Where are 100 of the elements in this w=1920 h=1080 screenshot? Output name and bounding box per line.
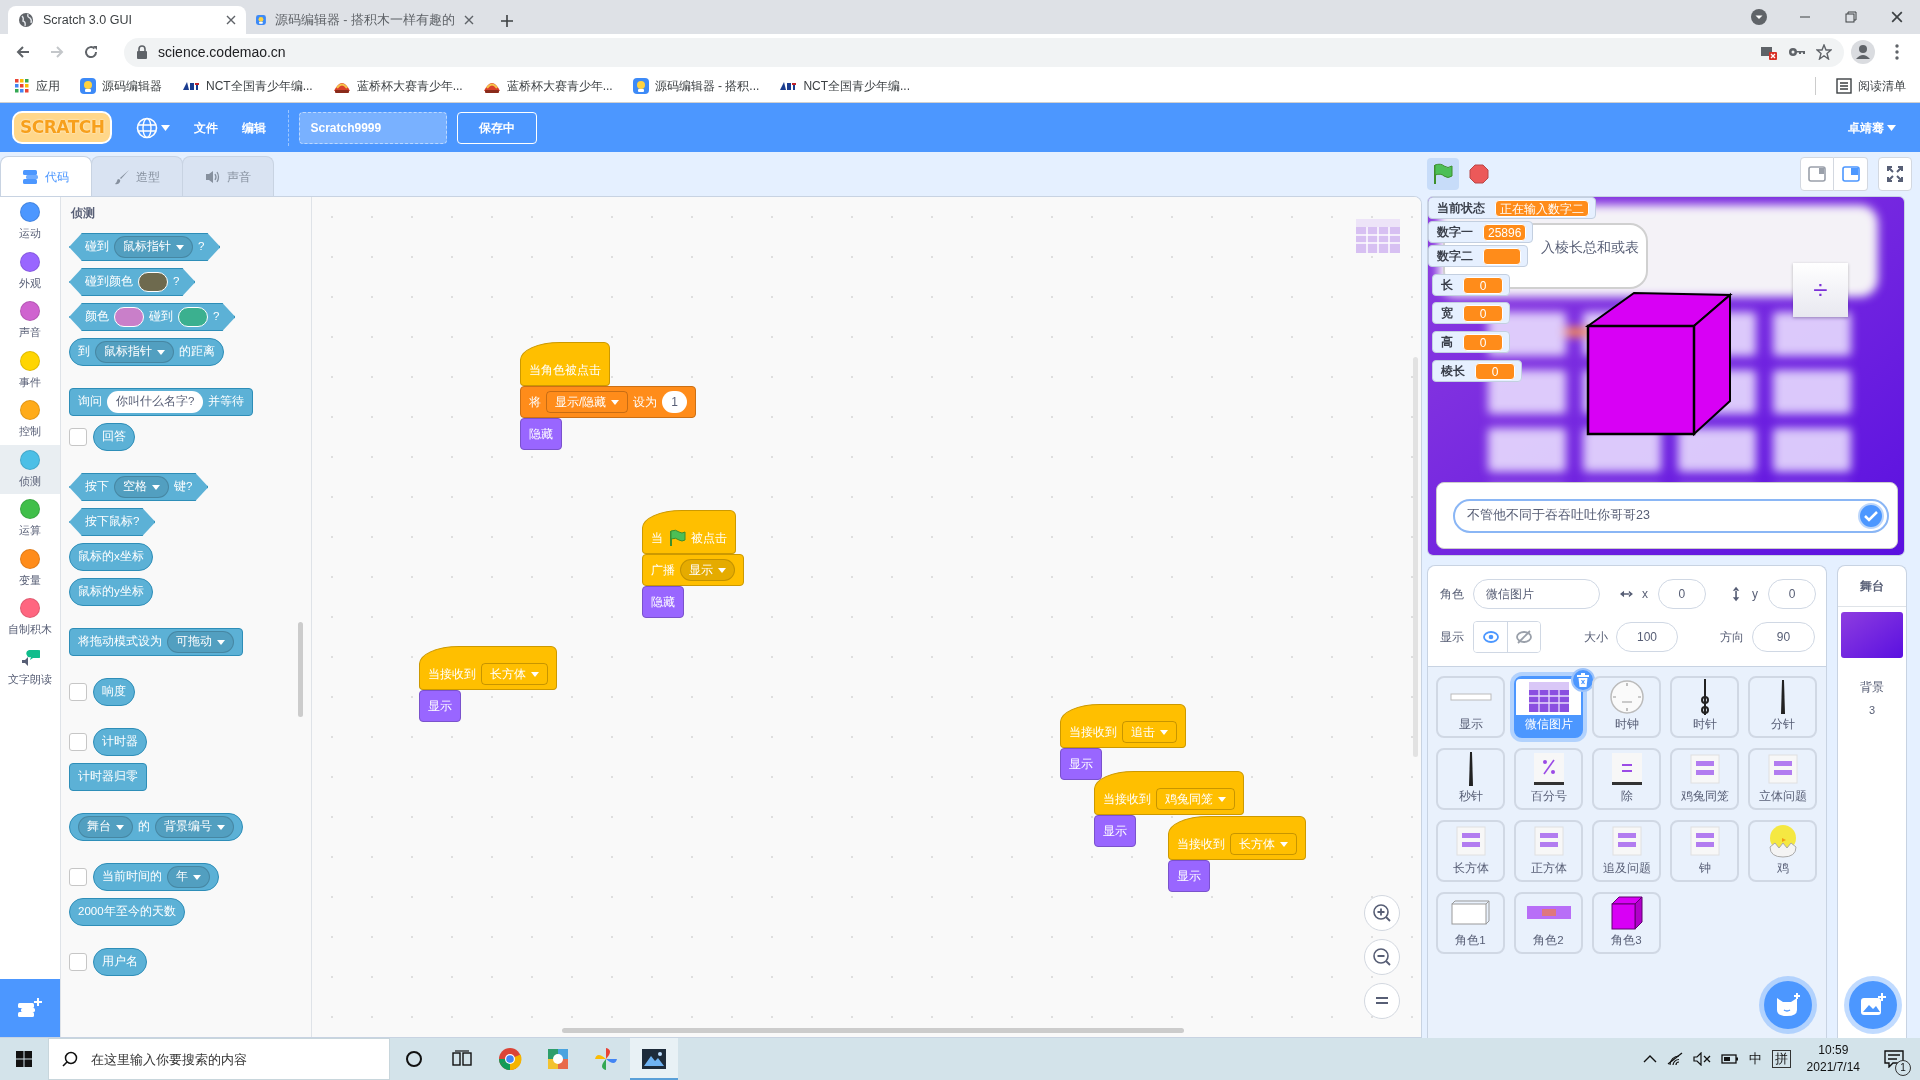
bookmark[interactable]: NCT全国青少年编... [182, 77, 313, 95]
bookmark[interactable]: 蓝桥杯大赛青少年... [482, 77, 613, 95]
checkbox[interactable] [69, 428, 87, 446]
editor-tab[interactable]: 声音 [182, 156, 274, 196]
bookmark[interactable]: 蓝桥杯大赛青少年... [332, 77, 463, 95]
code-block[interactable]: 显示 [1094, 815, 1136, 847]
code-block[interactable]: 按下鼠标? [69, 508, 156, 536]
code-block[interactable]: 计时器归零 [69, 763, 147, 791]
bookmark[interactable]: 应用 [14, 77, 60, 95]
size-field[interactable]: 100 [1616, 622, 1678, 652]
text-input[interactable]: 你叫什么名字? [107, 391, 204, 413]
taskbar-app[interactable] [630, 1038, 678, 1080]
muted-speaker-icon[interactable] [1692, 1052, 1711, 1066]
sprite-tile[interactable]: 角色1 [1436, 892, 1505, 954]
sprite-tile[interactable]: 显示 [1436, 676, 1505, 738]
dropdown[interactable]: 可拖动 [167, 631, 234, 653]
x-field[interactable]: 0 [1657, 579, 1706, 609]
code-block[interactable]: 隐藏 [642, 586, 684, 618]
backdrop-thumbnail-icon[interactable] [1841, 612, 1903, 658]
code-block[interactable]: 2000年至今的天数 [69, 898, 185, 926]
add-sprite-button[interactable] [1764, 981, 1812, 1029]
scrollbar[interactable] [1413, 357, 1418, 757]
category-item[interactable]: 外观 [0, 246, 60, 296]
editor-tab[interactable]: 造型 [91, 156, 183, 196]
bookmark[interactable]: 源码编辑器 [80, 77, 162, 95]
sprite-tile[interactable]: 秒针 [1436, 748, 1505, 810]
code-block[interactable]: 鼠标的x坐标 [69, 543, 153, 571]
code-block[interactable]: 响度 [93, 678, 135, 706]
direction-field[interactable]: 90 [1752, 622, 1815, 652]
checkbox[interactable] [69, 683, 87, 701]
sprite-tile[interactable]: 百分号 [1514, 748, 1583, 810]
color-swatch[interactable] [178, 307, 208, 327]
browser-tab[interactable]: Scratch 3.0 GUI [8, 6, 246, 34]
code-block[interactable]: 回答 [93, 423, 135, 451]
dropdown[interactable]: 鼠标指针 [114, 236, 193, 258]
category-item[interactable]: 侦测 [0, 444, 60, 494]
code-block[interactable]: 将 显示/隐藏 设为 1 [520, 386, 697, 418]
dropdown[interactable]: 空格 [114, 476, 169, 498]
code-block[interactable]: 鼠标的y坐标 [69, 578, 153, 606]
sprite-tile[interactable]: 追及问题 [1592, 820, 1661, 882]
sprite-tile[interactable]: 角色2 [1514, 892, 1583, 954]
editor-tab[interactable]: 代码 [0, 156, 92, 196]
sprite-tile[interactable]: 鸡兔同笼 [1670, 748, 1739, 810]
sprite-tile[interactable]: 正方体 [1514, 820, 1583, 882]
checkbox[interactable] [69, 868, 87, 886]
code-block[interactable]: 显示 [419, 690, 461, 722]
reset-zoom-button[interactable] [1364, 983, 1400, 1019]
sprite-tile[interactable]: 长方体 [1436, 820, 1505, 882]
color-swatch[interactable] [138, 272, 168, 292]
blocked-popup-icon[interactable] [1760, 44, 1778, 60]
category-item[interactable]: 运算 [0, 494, 60, 544]
ime-mode[interactable]: 拼 [1771, 1050, 1791, 1068]
checkbox[interactable] [69, 733, 87, 751]
close-tab-button[interactable] [464, 15, 474, 25]
sprite-tile[interactable]: 微信图片 [1514, 676, 1583, 738]
new-tab-button[interactable] [500, 14, 514, 28]
checkbox[interactable] [69, 953, 87, 971]
code-block[interactable]: 显示 [1060, 748, 1102, 780]
code-block[interactable]: 隐藏 [520, 418, 562, 450]
reading-list-button[interactable]: 阅读清单 [1836, 77, 1906, 95]
code-block[interactable]: 询问 你叫什么名字? 并等待 [69, 388, 254, 416]
sprite-tile[interactable]: 角色3 [1592, 892, 1661, 954]
profile-button[interactable] [1848, 37, 1878, 67]
category-item[interactable]: 事件 [0, 345, 60, 395]
network-icon[interactable] [1666, 1052, 1683, 1066]
sprite-tile[interactable]: 鸡 [1748, 820, 1817, 882]
dropdown[interactable]: 年 [167, 866, 210, 888]
category-item[interactable]: 控制 [0, 395, 60, 445]
sprite-tile[interactable]: 时钟 [1592, 676, 1661, 738]
code-block[interactable]: 碰到颜色 ? [69, 268, 196, 296]
save-button[interactable]: 保存中 [457, 111, 538, 144]
code-block[interactable]: 用户名 [93, 948, 147, 976]
scrollbar[interactable] [562, 1028, 1184, 1033]
code-block[interactable]: 颜色 碰到 ? [69, 303, 236, 331]
category-item[interactable]: 声音 [0, 296, 60, 346]
sprite-tile[interactable]: 分针 [1748, 676, 1817, 738]
key-icon[interactable] [1788, 46, 1806, 58]
bookmark[interactable]: 源码编辑器 - 搭积... [632, 77, 760, 95]
browser-tab[interactable]: 源码编辑器 - 搭积木一样有趣的 [246, 6, 484, 34]
project-title-field[interactable]: Scratch9999 [299, 111, 448, 144]
category-item[interactable]: 文字朗读 [0, 642, 60, 692]
stage-size-button[interactable] [1800, 157, 1834, 191]
sprite-tile[interactable]: 时针 [1670, 676, 1739, 738]
code-block[interactable]: 舞台 的 背景编号 [69, 813, 243, 841]
sprite-name-field[interactable]: 微信图片 [1473, 579, 1600, 609]
sprite-tile[interactable]: 除 [1592, 748, 1661, 810]
category-item[interactable]: 自制积木 [0, 593, 60, 643]
scrollbar[interactable] [298, 622, 303, 717]
text-input[interactable]: 1 [662, 391, 688, 413]
search-field[interactable]: 在这里输入你要搜索的内容 [48, 1038, 390, 1080]
clock-time[interactable]: 10:59 [1818, 1042, 1849, 1059]
code-block[interactable]: 计时器 [93, 728, 147, 756]
color-swatch[interactable] [114, 307, 144, 327]
y-field[interactable]: 0 [1768, 579, 1816, 609]
code-block[interactable]: 按下 空格 键? [69, 473, 209, 501]
dropdown[interactable]: 舞台 [78, 816, 133, 838]
code-block[interactable]: 碰到 鼠标指针 ? [69, 233, 221, 261]
add-backdrop-button[interactable] [1849, 981, 1897, 1029]
category-item[interactable]: 运动 [0, 197, 60, 247]
dropdown[interactable]: 鼠标指针 [95, 341, 174, 363]
